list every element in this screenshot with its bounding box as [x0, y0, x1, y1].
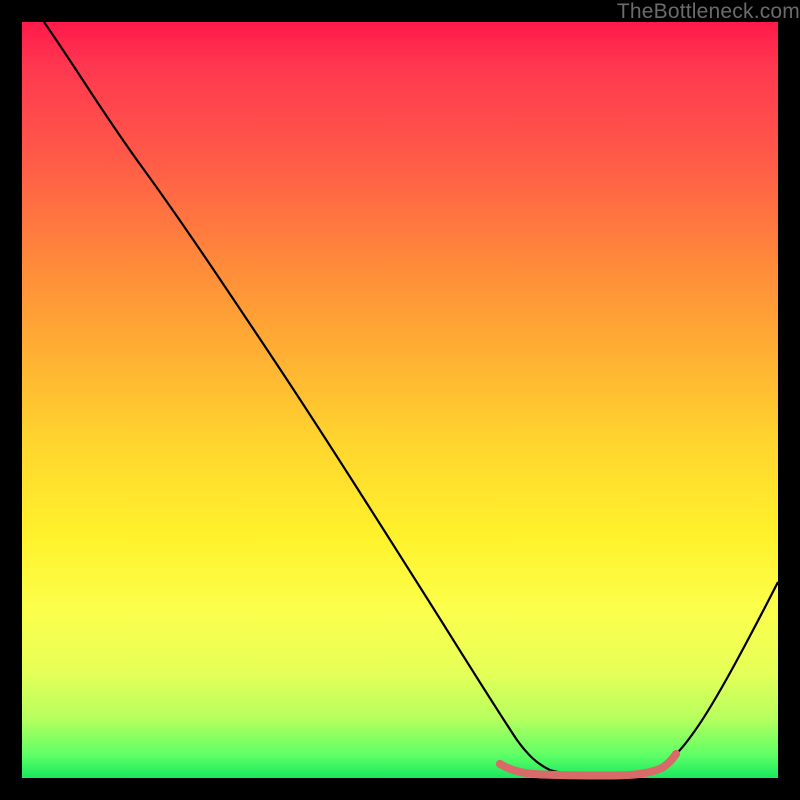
- marker-start-dot: [496, 760, 504, 768]
- chart-frame: TheBottleneck.com: [0, 0, 800, 800]
- chart-svg: [22, 22, 778, 778]
- watermark-text: TheBottleneck.com: [617, 0, 800, 24]
- marker-end-dot: [672, 750, 680, 758]
- optimal-region-marker: [500, 754, 676, 776]
- bottleneck-curve: [44, 22, 778, 775]
